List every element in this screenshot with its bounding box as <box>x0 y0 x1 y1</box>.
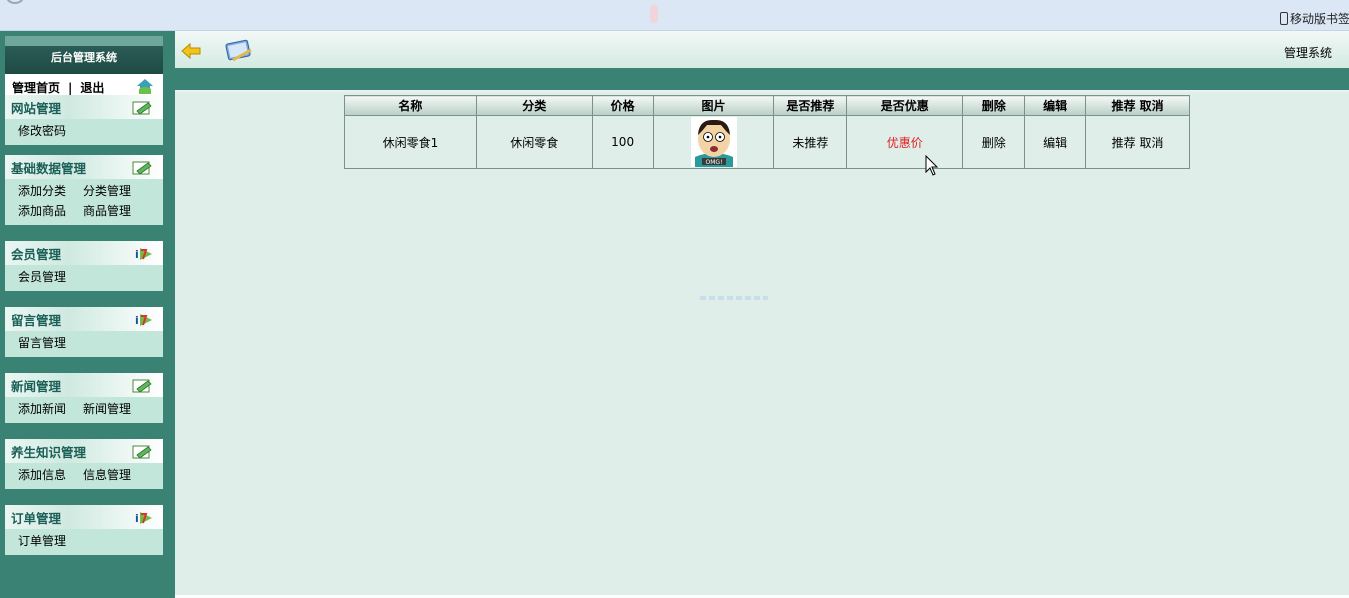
sidebar-link[interactable]: 分类管理 <box>83 181 131 201</box>
cell-recommended: 未推荐 <box>773 115 848 169</box>
product-thumbnail: OMG! <box>690 117 737 167</box>
cell-image: OMG! <box>652 115 775 169</box>
svg-text:i: i <box>135 314 139 327</box>
svg-text:i: i <box>135 248 139 261</box>
sidebar-group-title[interactable]: 新闻管理 <box>5 373 163 397</box>
thumbnail-text: OMG! <box>705 159 722 166</box>
system-title: 管理系统 <box>1283 46 1332 60</box>
edit-icon <box>132 101 152 115</box>
sidebar-link[interactable]: 留言管理 <box>18 333 66 353</box>
top-toolbar: 管理系统 <box>175 31 1349 68</box>
column-header: 价格 <box>591 95 654 116</box>
column-header: 推荐 取消 <box>1085 95 1190 116</box>
sidebar-group-title-label: 订单管理 <box>11 511 62 526</box>
phone-icon <box>1280 12 1288 25</box>
edit-icon <box>132 379 152 393</box>
sidebar-group-title[interactable]: 订单管理 i <box>5 505 163 529</box>
sidebar-group: 会员管理 i 会员管理 <box>5 241 163 291</box>
browser-logo-icon <box>6 0 24 4</box>
sidebar-group-title[interactable]: 网站管理 <box>5 95 163 119</box>
svg-text:i: i <box>135 512 139 525</box>
table-header-row: 名称 分类 价格 图片 是否推荐 是否优惠 删除 编辑 推荐 取消 <box>344 95 1190 116</box>
delete-link[interactable]: 删除 <box>962 115 1026 169</box>
separator: | <box>68 80 73 95</box>
sidebar-link[interactable]: 会员管理 <box>18 267 66 287</box>
column-header: 图片 <box>652 95 775 116</box>
sidebar-group-title-label: 基础数据管理 <box>11 161 87 176</box>
cell-name: 休闲零食1 <box>344 115 477 169</box>
sidebar-group-title-label: 新闻管理 <box>11 379 62 394</box>
sidebar-link[interactable]: 商品管理 <box>83 201 131 221</box>
info-icon: i <box>135 248 152 261</box>
back-arrow-icon[interactable] <box>180 41 202 61</box>
mobile-bookmarks-button[interactable]: 移动版书签 <box>1280 10 1349 27</box>
sidebar-link[interactable]: 添加分类 <box>18 181 66 201</box>
sidebar-group-title[interactable]: 养生知识管理 <box>5 439 163 463</box>
column-header: 是否优惠 <box>846 95 964 116</box>
sidebar-group-title-label: 网站管理 <box>11 101 62 116</box>
sidebar-group: 网站管理修改密码 <box>5 95 163 145</box>
sidebar-link[interactable]: 修改密码 <box>18 121 66 141</box>
home-icon[interactable] <box>135 77 155 97</box>
mouse-cursor-icon <box>925 155 939 176</box>
faint-decoration <box>700 296 768 300</box>
sidebar-group-title-label: 养生知识管理 <box>11 445 87 460</box>
cell-recommend-actions: 推荐 取消 <box>1085 115 1190 169</box>
sidebar-link[interactable]: 添加信息 <box>18 465 66 485</box>
product-table: 名称 分类 价格 图片 是否推荐 是否优惠 删除 编辑 推荐 取消 休闲零食1 休闲零食 100 <box>344 95 1190 169</box>
info-icon: i <box>135 512 152 525</box>
notebook-icon[interactable] <box>223 38 255 64</box>
cancel-link[interactable]: 取消 <box>1139 136 1163 150</box>
sidebar-group-title[interactable]: 留言管理 i <box>5 307 163 331</box>
sidebar-link[interactable]: 添加新闻 <box>18 399 66 419</box>
sidebar-link[interactable]: 信息管理 <box>83 465 131 485</box>
browser-bar: 移动版书签 <box>0 0 1349 31</box>
sidebar-group: 留言管理 i 留言管理 <box>5 307 163 357</box>
table-row: 休闲零食1 休闲零食 100 OMG! 未推荐 优惠价 删除 编辑 推荐 取消 <box>344 115 1190 169</box>
sidebar-group-title[interactable]: 基础数据管理 <box>5 155 163 179</box>
cell-category: 休闲零食 <box>475 115 593 169</box>
info-icon: i <box>135 314 152 327</box>
sidebar-group: 基础数据管理添加分类 分类管理 添加商品 商品管理 <box>5 155 163 225</box>
edit-icon <box>132 445 152 459</box>
logout-link[interactable]: 退出 <box>80 79 104 96</box>
sidebar-link[interactable]: 新闻管理 <box>83 399 131 419</box>
column-header: 删除 <box>962 95 1026 116</box>
header-divider-bar <box>175 68 1349 92</box>
microphone-icon <box>650 5 658 23</box>
edit-icon <box>132 161 152 175</box>
sidebar-group-title[interactable]: 会员管理 i <box>5 241 163 265</box>
sidebar-link[interactable]: 添加商品 <box>18 201 66 221</box>
home-link[interactable]: 管理首页 <box>12 79 60 96</box>
cell-discount[interactable]: 优惠价 <box>846 115 964 169</box>
sidebar-link[interactable]: 订单管理 <box>18 531 66 551</box>
edit-link[interactable]: 编辑 <box>1024 115 1087 169</box>
sidebar-group: 订单管理 i 订单管理 <box>5 505 163 555</box>
recommend-link[interactable]: 推荐 <box>1112 136 1136 150</box>
mobile-bookmarks-label: 移动版书签 <box>1290 12 1349 26</box>
sidebar-group-title-label: 会员管理 <box>11 247 62 262</box>
column-header: 是否推荐 <box>773 95 848 116</box>
sidebar-group: 养生知识管理添加信息 信息管理 <box>5 439 163 489</box>
sidebar-group: 新闻管理 添加新闻 新闻管理 <box>5 373 163 423</box>
column-header: 编辑 <box>1024 95 1087 116</box>
column-header: 分类 <box>475 95 593 116</box>
sidebar: 后台管理系统 管理首页 | 退出 网站管理 修改密码 基础数据管理 添加分类 分类管理添… <box>0 31 175 598</box>
sidebar-header: 后台管理系统 <box>5 36 163 74</box>
sidebar-group-title-label: 留言管理 <box>11 313 62 328</box>
cell-price: 100 <box>591 115 654 169</box>
column-header: 名称 <box>344 95 477 116</box>
